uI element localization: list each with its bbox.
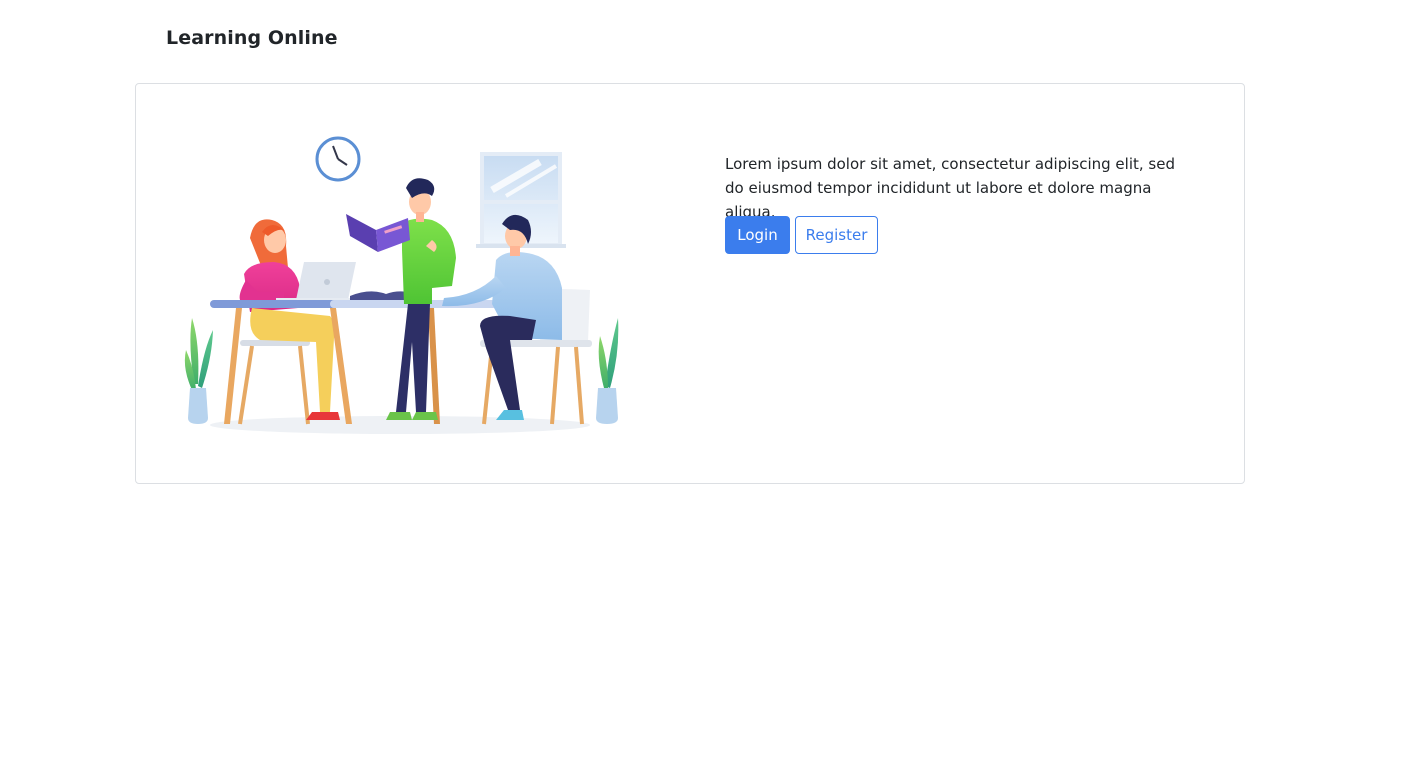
register-button[interactable]: Register [795,216,878,254]
woman-figure [239,219,340,420]
clock-icon [315,136,361,182]
plant-left-icon [184,318,213,424]
hero-description: Lorem ipsum dolor sit amet, consectetur … [725,155,1175,221]
brand-title[interactable]: Learning Online [166,27,338,49]
study-illustration [184,136,619,434]
held-book-icon [346,214,410,252]
login-button[interactable]: Login [725,216,790,254]
plant-right-icon [596,318,619,424]
